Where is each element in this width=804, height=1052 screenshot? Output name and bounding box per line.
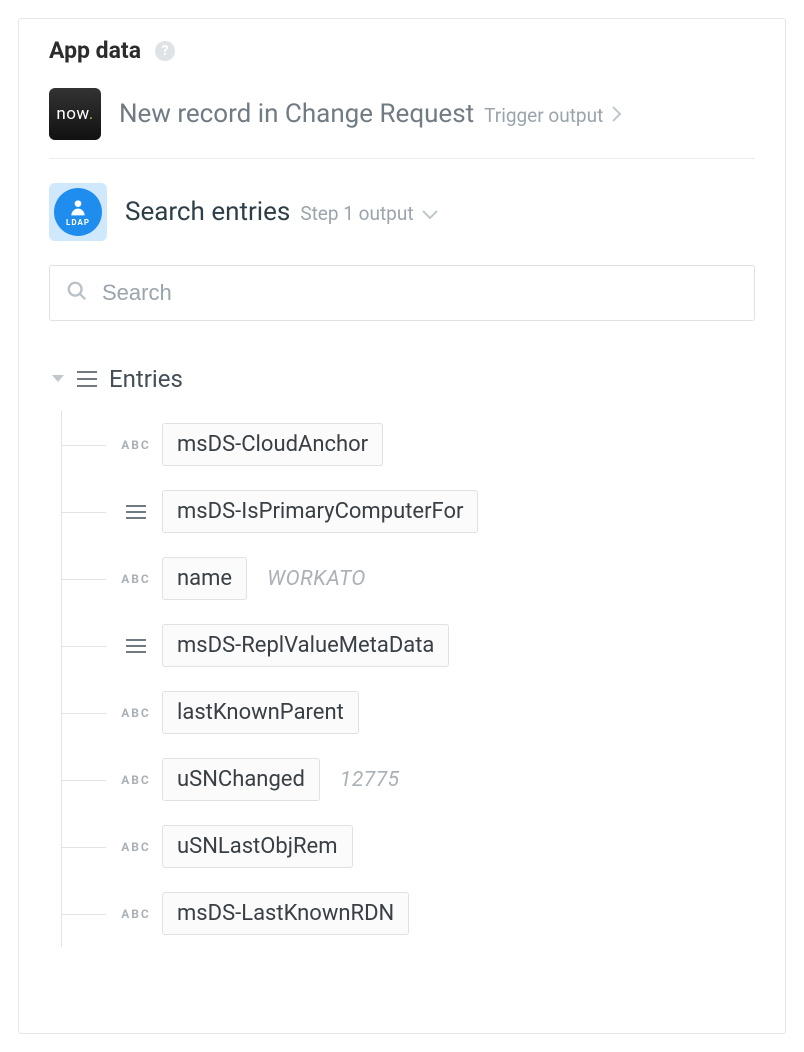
tree-item[interactable]: ABC msDS-LastKnownRDN	[62, 880, 755, 947]
type-list-icon	[116, 638, 156, 654]
step-text: New record in Change Request Trigger out…	[119, 99, 622, 129]
tree-branch-line	[62, 512, 106, 513]
tree-item[interactable]: ABC lastKnownParent	[62, 679, 755, 746]
tree-root-label: Entries	[109, 365, 183, 393]
tree-root[interactable]: Entries	[51, 365, 755, 393]
app-badge-ldap: LDAP	[54, 188, 102, 236]
help-icon[interactable]: ?	[155, 41, 175, 61]
tree-branch-line	[62, 646, 106, 647]
type-string-icon: ABC	[116, 706, 156, 720]
step-row-trigger[interactable]: now New record in Change Request Trigger…	[49, 82, 755, 158]
data-pill[interactable]: msDS-IsPrimaryComputerFor	[162, 490, 478, 533]
step-title: New record in Change Request	[119, 99, 474, 129]
panel-title: App data	[49, 37, 141, 64]
search-input[interactable]	[100, 279, 738, 307]
type-abc-label: ABC	[121, 773, 151, 787]
type-string-icon: ABC	[116, 572, 156, 586]
data-pill[interactable]: msDS-CloudAnchor	[162, 423, 383, 466]
chevron-down-icon	[422, 209, 438, 220]
type-string-icon: ABC	[116, 773, 156, 787]
data-pill[interactable]: msDS-ReplValueMetaData	[162, 624, 449, 667]
data-pill[interactable]: lastKnownParent	[162, 691, 359, 734]
list-icon	[77, 370, 97, 388]
type-string-icon: ABC	[116, 840, 156, 854]
tree-branch-line	[62, 914, 106, 915]
tree-item[interactable]: ABC msDS-CloudAnchor	[62, 411, 755, 478]
sample-value: 12775	[340, 768, 400, 792]
data-pill[interactable]: uSNChanged	[162, 758, 320, 801]
tree-branch-line	[62, 713, 106, 714]
type-abc-label: ABC	[121, 706, 151, 720]
app-badge-ldap-wrap: LDAP	[49, 183, 107, 241]
app-badge-label: LDAP	[66, 218, 90, 227]
step-text: Search entries Step 1 output	[125, 197, 438, 227]
chevron-right-icon	[611, 106, 622, 122]
tree-item[interactable]: msDS-IsPrimaryComputerFor	[62, 478, 755, 545]
step-title: Search entries	[125, 197, 290, 227]
tree-item[interactable]: ABC name WORKATO	[62, 545, 755, 612]
panel-header: App data ?	[49, 37, 755, 64]
caret-down-icon[interactable]	[51, 374, 65, 384]
search-icon	[66, 280, 88, 306]
output-tree: Entries ABC msDS-CloudAnchor msDS-IsPrimar…	[49, 365, 755, 947]
app-badge-label: now	[56, 104, 93, 124]
type-abc-label: ABC	[121, 438, 151, 452]
type-list-icon	[116, 504, 156, 520]
type-string-icon: ABC	[116, 907, 156, 921]
sample-value: WORKATO	[267, 567, 366, 591]
step-subtitle: Step 1 output	[300, 202, 413, 225]
type-abc-label: ABC	[121, 907, 151, 921]
tree-branch-line	[62, 780, 106, 781]
step-subtitle: Trigger output	[484, 104, 603, 127]
app-data-panel: App data ? now New record in Change Requ…	[18, 18, 786, 1034]
divider	[49, 158, 755, 159]
type-abc-label: ABC	[121, 572, 151, 586]
tree-branch-line	[62, 445, 106, 446]
data-pill[interactable]: msDS-LastKnownRDN	[162, 892, 409, 935]
tree-item[interactable]: ABC uSNLastObjRem	[62, 813, 755, 880]
search-box[interactable]	[49, 265, 755, 321]
type-abc-label: ABC	[121, 840, 151, 854]
data-pill[interactable]: name	[162, 557, 247, 600]
tree-item[interactable]: ABC uSNChanged 12775	[62, 746, 755, 813]
person-icon	[68, 197, 88, 217]
app-badge-servicenow: now	[49, 88, 101, 140]
data-pill[interactable]: uSNLastObjRem	[162, 825, 353, 868]
tree-branch-line	[62, 847, 106, 848]
type-string-icon: ABC	[116, 438, 156, 452]
tree-branch-line	[62, 579, 106, 580]
tree-item[interactable]: msDS-ReplValueMetaData	[62, 612, 755, 679]
step-row-step1[interactable]: LDAP Search entries Step 1 output	[49, 177, 755, 259]
tree-children: ABC msDS-CloudAnchor msDS-IsPrimaryCompute…	[61, 411, 755, 947]
